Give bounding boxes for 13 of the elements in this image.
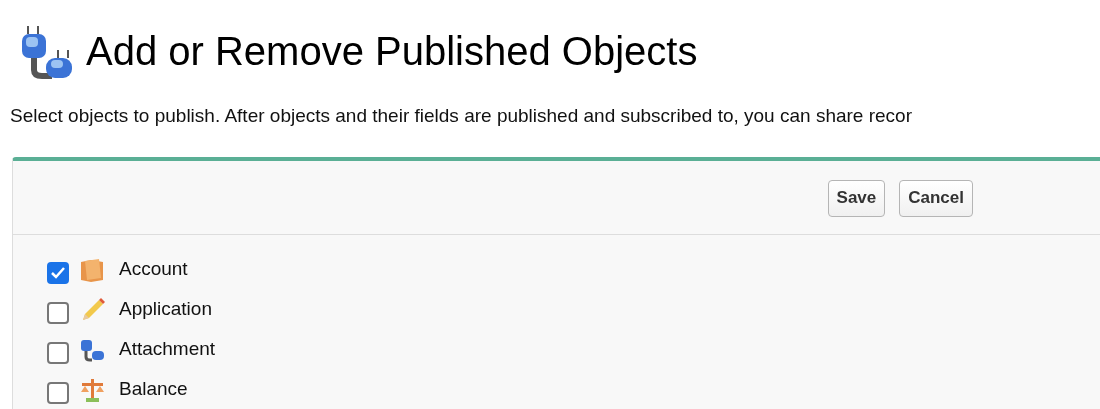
object-label: Balance bbox=[119, 377, 188, 402]
description-text: Select objects to publish. After objects and their fields are published and subscribed to, you can share recor bbox=[10, 105, 912, 126]
page-title: Add or Remove Published Objects bbox=[86, 31, 698, 71]
checkbox[interactable] bbox=[47, 341, 69, 364]
object-label: Attachment bbox=[119, 337, 216, 362]
object-label: Account bbox=[119, 257, 188, 282]
save-button[interactable]: Save bbox=[827, 179, 886, 217]
checkbox[interactable] bbox=[47, 261, 69, 284]
cancel-button[interactable]: Cancel bbox=[899, 179, 973, 217]
checkbox[interactable] bbox=[47, 381, 69, 404]
checkbox[interactable] bbox=[47, 301, 69, 324]
checkmark-icon bbox=[51, 266, 65, 279]
object-label: Application bbox=[119, 297, 212, 322]
